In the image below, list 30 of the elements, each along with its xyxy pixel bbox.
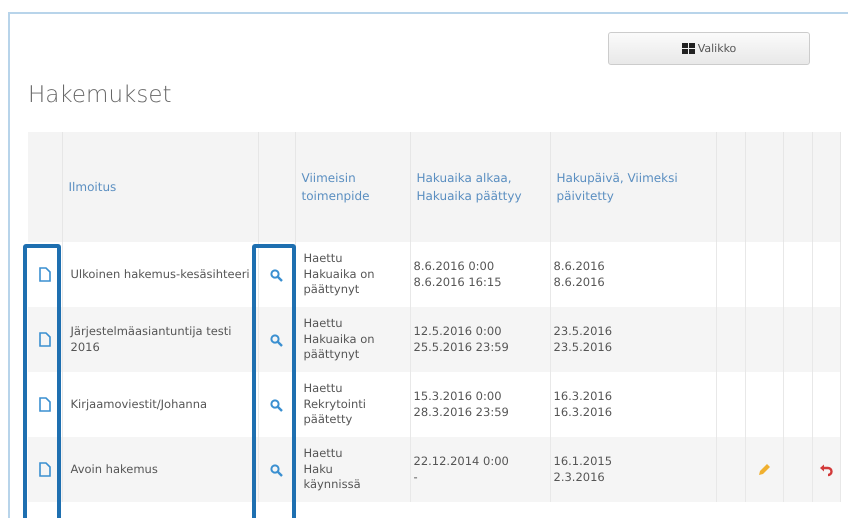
table-cell: Haettu Hakuaika on päättynyt [304, 316, 375, 363]
table-cell: 8.6.2016 8.6.2016 [554, 258, 605, 290]
table-cell: 16.1.2015 2.3.2016 [554, 454, 612, 486]
table-cell: Haettu Rekrytointi päätetty [304, 381, 366, 428]
page-title: Hakemukset [28, 82, 172, 108]
menu-button[interactable]: Valikko [608, 32, 810, 65]
table-cell: Ulkoinen hakemus-kesäsihteeri [70, 266, 250, 282]
table-cell: 16.3.2016 16.3.2016 [554, 388, 612, 420]
table-cell: 8.6.2016 0:00 8.6.2016 16:15 [414, 258, 502, 290]
table-cell-text: Järjestelmäasiantuntija testi 2016 [70, 324, 232, 356]
document-icon[interactable] [38, 267, 51, 282]
column-header[interactable]: Ilmoitus [68, 178, 116, 196]
table-cell: Haettu Hakuaika on päättynyt [304, 251, 375, 298]
table-cell: Haettu Haku käynnissä [304, 446, 361, 493]
search-icon[interactable] [270, 268, 283, 282]
document-icon[interactable] [38, 462, 51, 478]
table-cell: 12.5.2016 0:00 25.5.2016 23:59 [414, 324, 509, 356]
grid-icon [682, 43, 695, 54]
search-icon[interactable] [270, 398, 283, 412]
pencil-icon[interactable] [757, 462, 771, 477]
table-cell: 22.12.2014 0:00 - [414, 454, 509, 486]
undo-icon[interactable] [819, 464, 833, 477]
table-cell: Avoin hakemus [70, 462, 158, 478]
table-cell: 23.5.2016 23.5.2016 [554, 324, 612, 356]
table-cell: 15.3.2016 0:00 28.3.2016 23:59 [414, 388, 509, 420]
table-cell: Kirjaamoviestit/Johanna [70, 396, 208, 412]
search-icon[interactable] [270, 464, 283, 477]
document-icon[interactable] [38, 397, 51, 412]
search-icon[interactable] [270, 334, 283, 347]
document-icon[interactable] [38, 332, 51, 348]
